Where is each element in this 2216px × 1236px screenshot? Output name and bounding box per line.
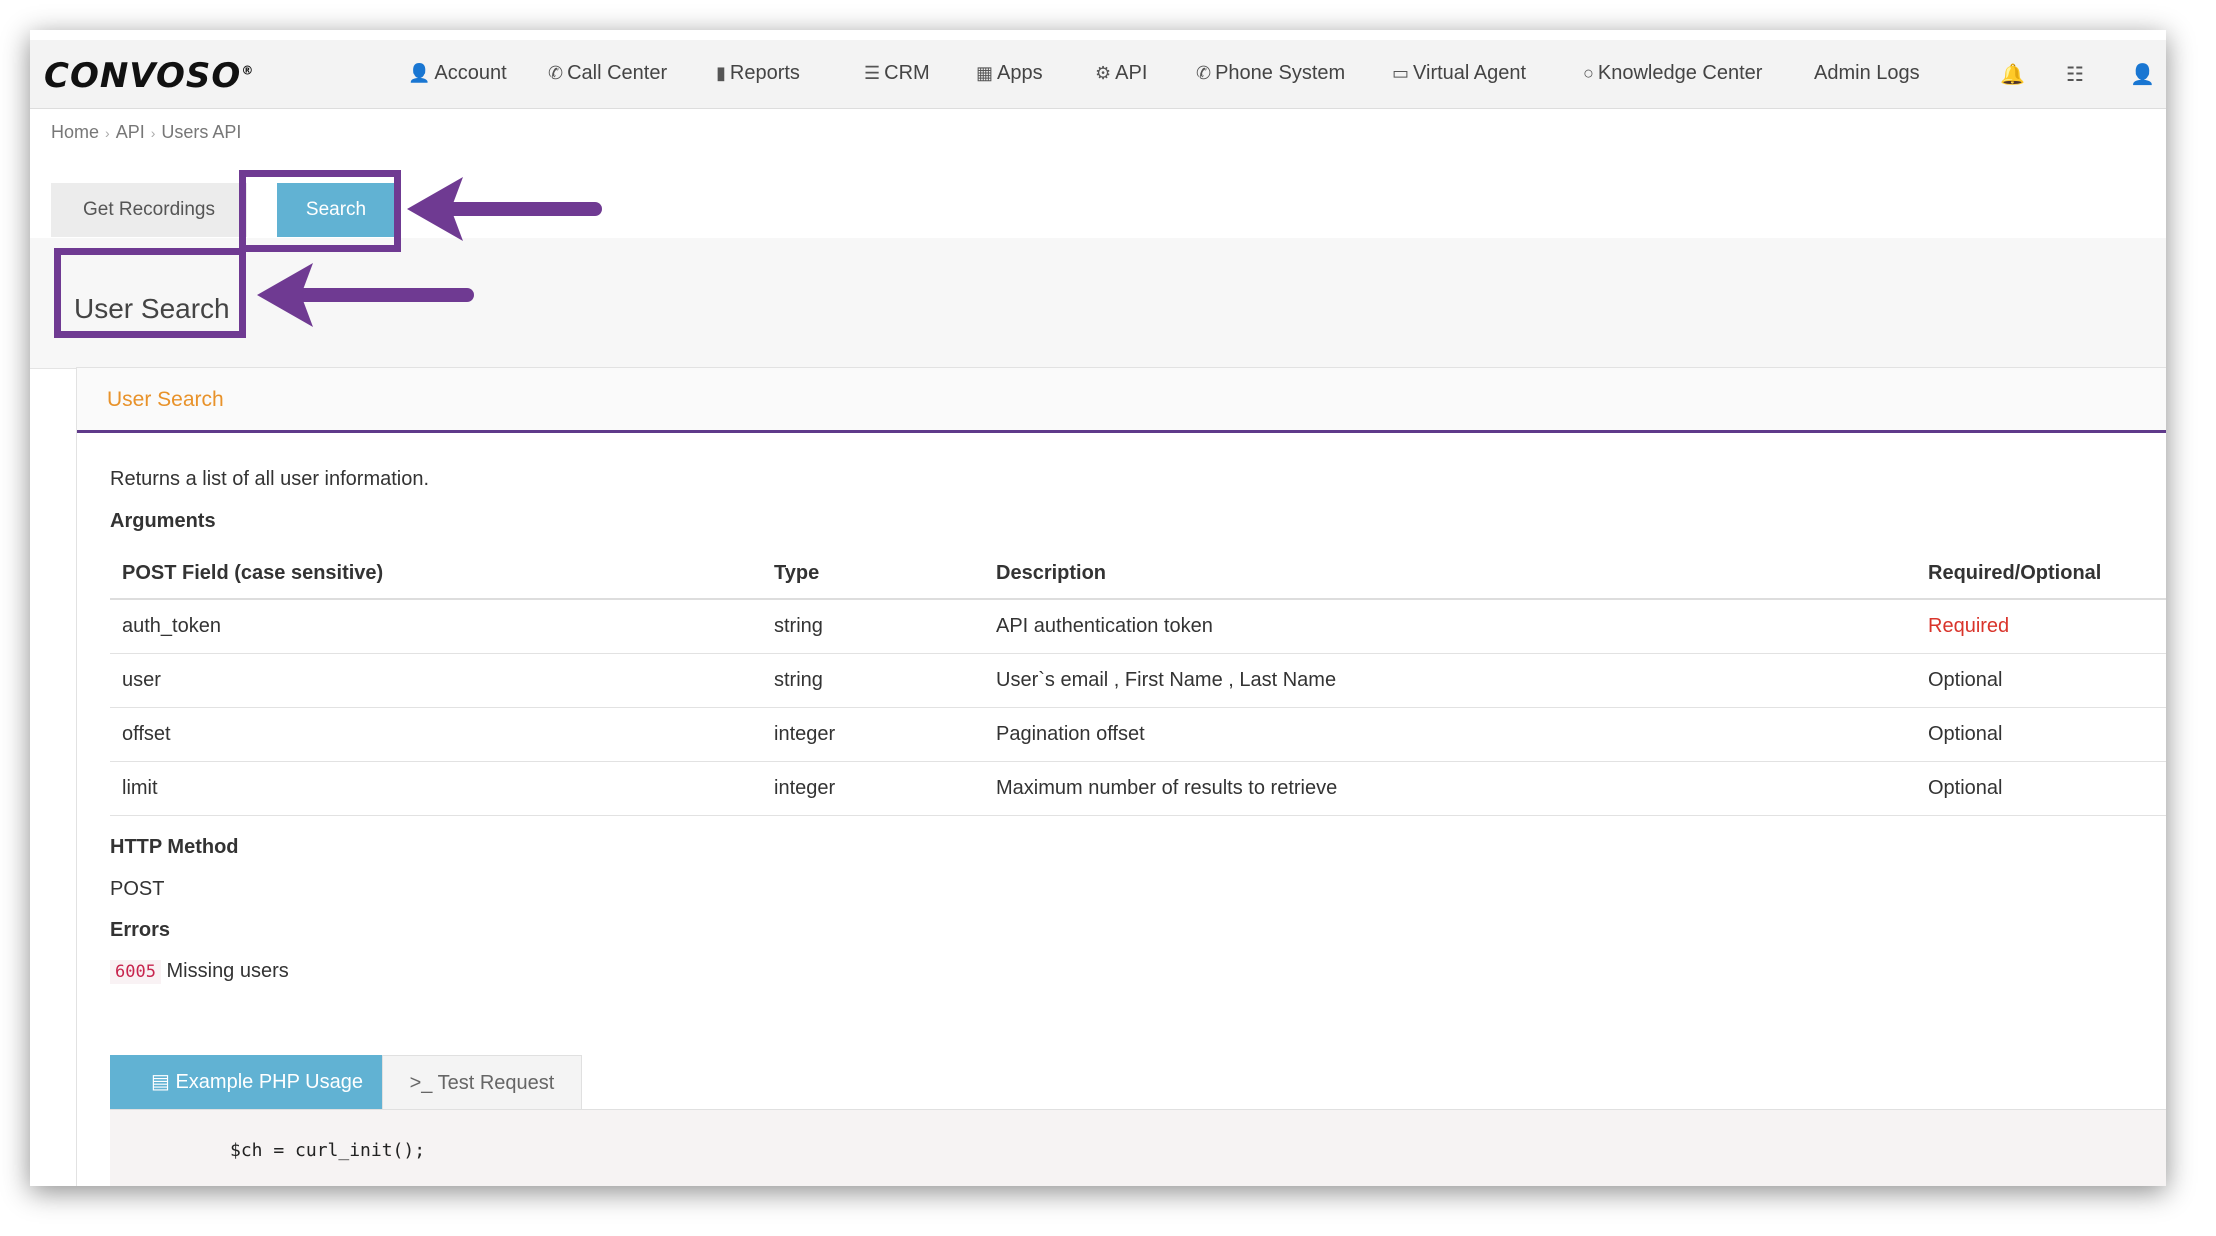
tab-example-php-usage[interactable]: ▤ Example PHP Usage bbox=[110, 1055, 404, 1109]
tab-label: Example PHP Usage bbox=[175, 1071, 363, 1093]
breadcrumb: Home › API › Users API bbox=[51, 122, 241, 143]
logo-text: CONVOSO bbox=[44, 56, 242, 96]
nav-label: Reports bbox=[729, 62, 800, 84]
cell-type: integer bbox=[762, 707, 984, 762]
errors-heading: Errors bbox=[110, 919, 171, 941]
top-navbar: CONVOSO® 👤 Account ✆ Call Center ▮ Reports … bbox=[30, 30, 2166, 109]
tab-label: Test Request bbox=[437, 1072, 555, 1094]
nav-label: CRM bbox=[884, 62, 930, 84]
cell-required: Optional bbox=[1916, 707, 2166, 762]
cell-field: offset bbox=[110, 707, 762, 762]
chevron-right-icon: › bbox=[150, 125, 156, 141]
nav-reports[interactable]: ▮ Reports bbox=[716, 62, 800, 85]
nav-label: API bbox=[1115, 62, 1148, 84]
nav-api[interactable]: ⚙ API bbox=[1095, 62, 1147, 85]
cell-description: Maximum number of results to retrieve bbox=[984, 761, 1916, 816]
http-method-heading: HTTP Method bbox=[110, 836, 239, 858]
nav-account[interactable]: 👤 Account bbox=[408, 62, 507, 85]
user-icon[interactable]: 👤 bbox=[2130, 62, 2155, 87]
nav-label: Apps bbox=[997, 62, 1043, 84]
nav-label: Account bbox=[434, 62, 507, 84]
highlight-box-page-title bbox=[54, 248, 246, 338]
navbar-top-strip bbox=[30, 30, 2166, 40]
table-row: user string User`s email , First Name , … bbox=[110, 653, 2166, 708]
column-header: POST Field (case sensitive) bbox=[110, 548, 762, 600]
table-row: auth_token string API authentication tok… bbox=[110, 599, 2166, 654]
arrow-left-icon bbox=[257, 263, 474, 327]
file-code-icon: ▤ bbox=[151, 1071, 176, 1093]
code-line: $ch = curl_init(); bbox=[230, 1140, 426, 1161]
nav-label: Phone System bbox=[1215, 62, 1346, 84]
highlight-box-search-tab bbox=[239, 170, 401, 252]
nav-label: Knowledge Center bbox=[1597, 62, 1763, 84]
column-header: Description bbox=[984, 548, 1916, 600]
terminal-icon: >_ bbox=[409, 1072, 438, 1094]
error-item: 6005 Missing users bbox=[110, 960, 289, 984]
cell-field: auth_token bbox=[110, 599, 762, 654]
gear-icon: ⚙ bbox=[1095, 63, 1112, 83]
cell-field: limit bbox=[110, 761, 762, 816]
monitor-icon: ▭ bbox=[1392, 63, 1410, 83]
grid-icon: ▦ bbox=[976, 63, 994, 83]
list-icon: ☰ bbox=[864, 63, 881, 83]
cell-description: User`s email , First Name , Last Name bbox=[984, 653, 1916, 708]
nav-crm[interactable]: ☰ CRM bbox=[864, 62, 930, 85]
nav-call-center[interactable]: ✆ Call Center bbox=[548, 62, 667, 85]
nav-phone-system[interactable]: ✆ Phone System bbox=[1196, 62, 1345, 85]
column-header: Type bbox=[762, 548, 984, 600]
panel-title: User Search bbox=[107, 388, 224, 411]
breadcrumb-users-api: Users API bbox=[161, 122, 242, 142]
nav-virtual-agent[interactable]: ▭ Virtual Agent bbox=[1392, 62, 1526, 85]
arguments-heading: Arguments bbox=[110, 510, 216, 532]
nav-label: Virtual Agent bbox=[1413, 62, 1527, 84]
cell-required: Optional bbox=[1916, 653, 2166, 708]
cell-type: string bbox=[762, 653, 984, 708]
bar-chart-icon: ▮ bbox=[716, 63, 726, 83]
cell-required: Required bbox=[1916, 599, 2166, 654]
column-header: Required/Optional bbox=[1916, 548, 2166, 600]
description: Returns a list of all user information. bbox=[110, 468, 430, 490]
cell-required: Optional bbox=[1916, 761, 2166, 816]
lightbulb-icon: ○ bbox=[1583, 63, 1594, 83]
error-text: Missing users bbox=[166, 960, 289, 982]
cell-description: API authentication token bbox=[984, 599, 1916, 654]
cell-type: string bbox=[762, 599, 984, 654]
phone-icon: ✆ bbox=[548, 63, 564, 83]
cell-field: user bbox=[110, 653, 762, 708]
http-method-value: POST bbox=[110, 878, 165, 900]
breadcrumb-api[interactable]: API bbox=[116, 122, 145, 142]
cell-type: integer bbox=[762, 761, 984, 816]
nav-label: Admin Logs bbox=[1814, 62, 1920, 84]
nav-knowledge-center[interactable]: ○ Knowledge Center bbox=[1583, 62, 1762, 85]
panel-header: User Search bbox=[77, 368, 2166, 433]
arrow-left-icon bbox=[407, 177, 602, 241]
code-block: $ch = curl_init(); bbox=[110, 1109, 2166, 1186]
table-row: limit integer Maximum number of results … bbox=[110, 761, 2166, 816]
app-window: CONVOSO® 👤 Account ✆ Call Center ▮ Reports … bbox=[30, 30, 2166, 1186]
tab-get-recordings[interactable]: Get Recordings bbox=[51, 183, 247, 237]
chevron-right-icon: › bbox=[105, 125, 110, 141]
arguments-table: POST Field (case sensitive) Type Descrip… bbox=[110, 548, 2166, 816]
nav-admin-logs[interactable]: Admin Logs bbox=[1814, 62, 1920, 85]
table-header-row: POST Field (case sensitive) Type Descrip… bbox=[110, 548, 2166, 600]
tab-test-request[interactable]: >_ Test Request bbox=[382, 1055, 582, 1109]
cell-description: Pagination offset bbox=[984, 707, 1916, 762]
error-code: 6005 bbox=[110, 960, 161, 984]
logo[interactable]: CONVOSO® bbox=[44, 56, 254, 96]
breadcrumb-home[interactable]: Home bbox=[51, 122, 99, 142]
phone-icon: ✆ bbox=[1196, 63, 1212, 83]
user-icon: 👤 bbox=[408, 63, 431, 83]
nav-apps[interactable]: ▦ Apps bbox=[976, 62, 1043, 85]
database-icon[interactable]: ☷ bbox=[2066, 62, 2084, 87]
table-row: offset integer Pagination offset Optiona… bbox=[110, 707, 2166, 762]
bell-icon[interactable]: 🔔 bbox=[2000, 62, 2025, 87]
nav-label: Call Center bbox=[567, 62, 668, 84]
